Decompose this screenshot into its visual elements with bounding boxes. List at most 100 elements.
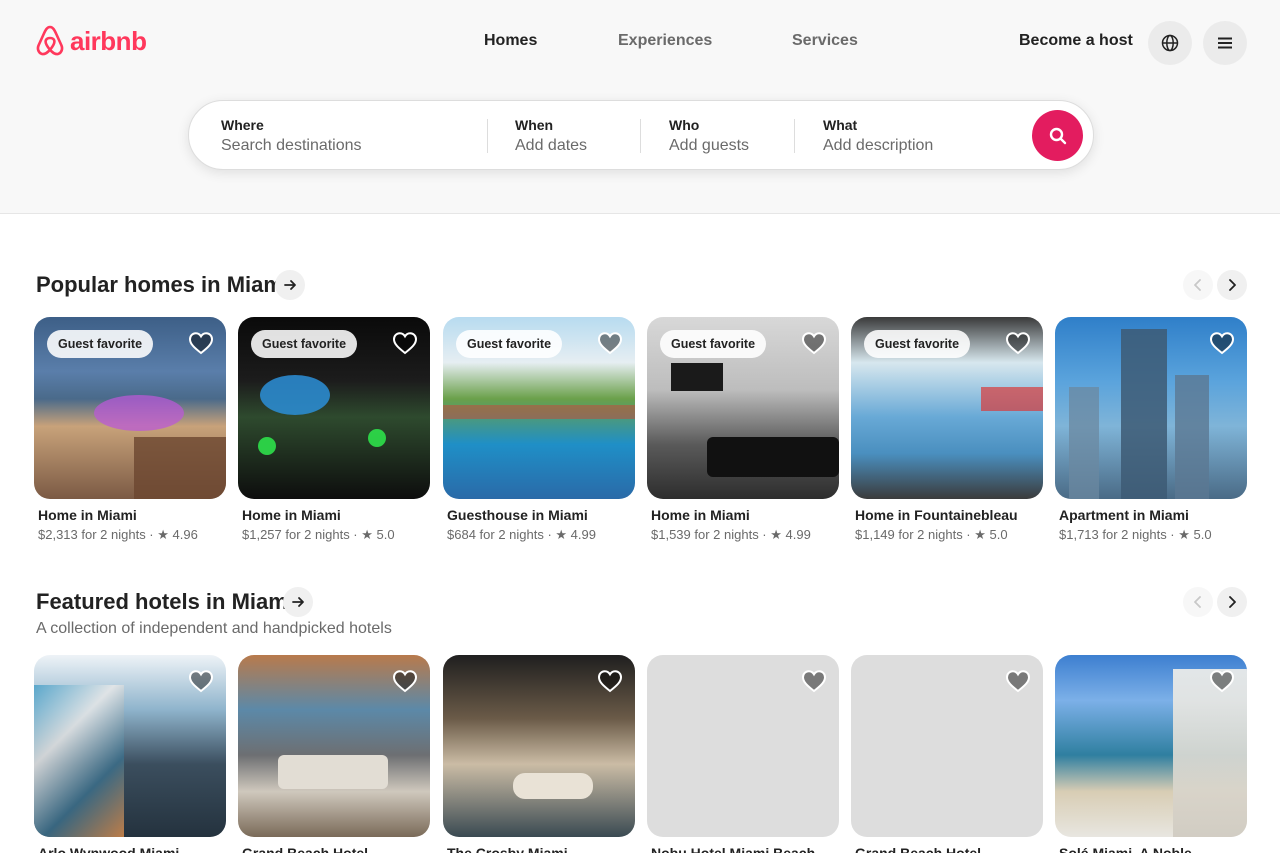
heart-icon <box>597 670 623 693</box>
divider <box>487 119 488 153</box>
listing-card[interactable]: Guest favorite Home in Miami $1,539 for … <box>647 317 839 542</box>
heart-icon <box>188 670 214 693</box>
tab-homes[interactable]: Homes <box>484 32 537 50</box>
menu-button[interactable] <box>1203 21 1247 65</box>
hotel-title: The Crosby Miami <box>447 845 568 853</box>
guest-favorite-badge: Guest favorite <box>660 330 767 358</box>
what-label: What <box>823 117 858 133</box>
hotel-card[interactable]: The Crosby Miami <box>443 655 635 853</box>
who-field[interactable]: Who Add guests <box>669 101 789 169</box>
heart-icon <box>597 332 623 355</box>
save-to-wishlist-button[interactable] <box>1208 667 1236 695</box>
hotel-photo <box>34 655 226 837</box>
save-to-wishlist-button[interactable] <box>187 329 215 357</box>
listing-meta: $2,313 for 2 nights · ★ 4.96 <box>38 527 198 542</box>
globe-icon <box>1161 34 1179 52</box>
save-to-wishlist-button[interactable] <box>1004 329 1032 357</box>
save-to-wishlist-button[interactable] <box>391 667 419 695</box>
listing-photo: Guest favorite <box>647 317 839 499</box>
what-placeholder: Add description <box>823 137 934 154</box>
save-to-wishlist-button[interactable] <box>187 667 215 695</box>
listing-card[interactable]: Apartment in Miami $1,713 for 2 nights ·… <box>1055 317 1247 542</box>
tab-experiences[interactable]: Experiences <box>618 32 712 50</box>
when-label: When <box>515 117 554 133</box>
divider <box>794 119 795 153</box>
where-field[interactable]: Where Search destinations <box>221 101 481 169</box>
when-placeholder: Add dates <box>515 137 588 154</box>
heart-icon <box>392 670 418 693</box>
save-to-wishlist-button[interactable] <box>1208 329 1236 357</box>
listing-meta: $1,713 for 2 nights · ★ 5.0 <box>1059 527 1212 542</box>
listing-meta: $1,539 for 2 nights · ★ 4.99 <box>651 527 811 542</box>
where-label: Where <box>221 117 264 133</box>
arrow-right-icon <box>284 280 296 290</box>
save-to-wishlist-button[interactable] <box>596 667 624 695</box>
header: airbnb Homes Experiences Services Become… <box>0 0 1280 214</box>
hotel-title: Nobu Hotel Miami Beach <box>651 845 816 853</box>
listing-meta: $684 for 2 nights · ★ 4.99 <box>447 527 596 542</box>
listing-title: Home in Miami <box>38 507 137 523</box>
who-placeholder: Add guests <box>669 137 750 154</box>
heart-icon <box>1005 332 1031 355</box>
heart-icon <box>1209 670 1235 693</box>
hotel-card[interactable]: Grand Beach Hotel <box>238 655 430 853</box>
search-bar: Where Search destinations When Add dates… <box>188 100 1094 170</box>
listing-title: Home in Miami <box>242 507 341 523</box>
save-to-wishlist-button[interactable] <box>391 329 419 357</box>
chevron-right-icon <box>1229 279 1236 291</box>
carousel-next-button[interactable] <box>1217 587 1247 617</box>
section-subtitle: A collection of independent and handpick… <box>36 620 392 637</box>
listing-card[interactable]: Guest favorite Home in Fountainebleau $1… <box>851 317 1043 542</box>
guest-favorite-badge: Guest favorite <box>47 330 154 358</box>
listing-photo: Guest favorite <box>34 317 226 499</box>
hotel-card[interactable]: Solé Miami, A Noble <box>1055 655 1247 853</box>
search-icon <box>1049 127 1066 144</box>
heart-icon <box>1005 670 1031 693</box>
see-all-popular-homes-button[interactable] <box>275 270 305 300</box>
hotel-title: Solé Miami, A Noble <box>1059 845 1192 853</box>
listing-title: Apartment in Miami <box>1059 507 1189 523</box>
language-button[interactable] <box>1148 21 1192 65</box>
save-to-wishlist-button[interactable] <box>1004 667 1032 695</box>
heart-icon <box>188 332 214 355</box>
listing-title: Home in Fountainebleau <box>855 507 1018 523</box>
heart-icon <box>801 332 827 355</box>
heart-icon <box>1209 332 1235 355</box>
hotel-card[interactable]: Nobu Hotel Miami Beach <box>647 655 839 853</box>
guest-favorite-badge: Guest favorite <box>456 330 563 358</box>
section-title-featured-hotels: Featured hotels in Miami <box>36 589 294 614</box>
listing-photo: Guest favorite <box>238 317 430 499</box>
listing-card[interactable]: Guest favorite Home in Miami $1,257 for … <box>238 317 430 542</box>
chevron-left-icon <box>1194 596 1201 608</box>
save-to-wishlist-button[interactable] <box>596 329 624 357</box>
guest-favorite-badge: Guest favorite <box>864 330 971 358</box>
become-a-host-link[interactable]: Become a host <box>1019 32 1133 50</box>
hotel-photo-placeholder <box>647 655 839 837</box>
carousel-next-button[interactable] <box>1217 270 1247 300</box>
hotel-photo-placeholder <box>851 655 1043 837</box>
hotel-card[interactable]: Grand Beach Hotel <box>851 655 1043 853</box>
listing-photo: Guest favorite <box>443 317 635 499</box>
menu-icon <box>1218 37 1232 49</box>
listing-card[interactable]: Guest favorite Home in Miami $2,313 for … <box>34 317 226 542</box>
listing-card[interactable]: Guest favorite Guesthouse in Miami $684 … <box>443 317 635 542</box>
listing-photo: Guest favorite <box>851 317 1043 499</box>
carousel-prev-button[interactable] <box>1183 270 1213 300</box>
hotel-photo <box>238 655 430 837</box>
tab-services[interactable]: Services <box>792 32 858 50</box>
save-to-wishlist-button[interactable] <box>800 667 828 695</box>
hotel-photo <box>443 655 635 837</box>
hotel-title: Grand Beach Hotel <box>242 845 369 853</box>
search-button[interactable] <box>1032 110 1083 161</box>
guest-favorite-badge: Guest favorite <box>251 330 358 358</box>
see-all-featured-hotels-button[interactable] <box>283 587 313 617</box>
who-label: Who <box>669 117 700 133</box>
when-field[interactable]: When Add dates <box>515 101 635 169</box>
what-field[interactable]: What Add description <box>823 101 1013 169</box>
listing-meta: $1,257 for 2 nights · ★ 5.0 <box>242 527 395 542</box>
hotel-card[interactable]: Arlo Wynwood Miami <box>34 655 226 853</box>
hotel-photo <box>1055 655 1247 837</box>
save-to-wishlist-button[interactable] <box>800 329 828 357</box>
carousel-prev-button[interactable] <box>1183 587 1213 617</box>
listing-title: Guesthouse in Miami <box>447 507 588 523</box>
